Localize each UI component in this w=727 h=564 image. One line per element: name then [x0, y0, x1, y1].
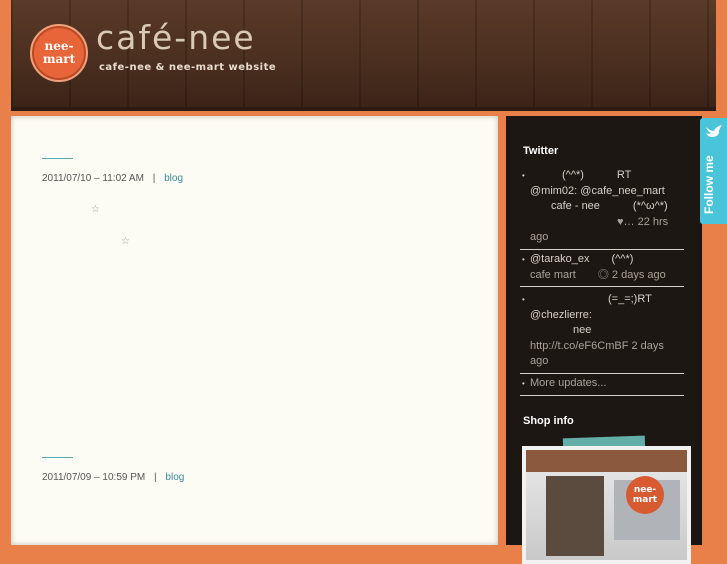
- star-glyph: ☆: [121, 236, 130, 247]
- post-meta: 2011/07/09 – 10:59 PM | blog: [42, 472, 184, 483]
- tweet-item[interactable]: • @tarako_ex (^^*) cafe mart ◎ 2 days ag…: [520, 252, 684, 287]
- shop-photo[interactable]: nee-mart: [522, 446, 691, 564]
- meta-separator: |: [154, 472, 157, 483]
- bullet-icon: •: [522, 379, 525, 388]
- tweet-item[interactable]: • (^^*) RT @mim02: @cafe_nee_mart cafe -…: [520, 168, 684, 250]
- post-date: 2011/07/10 – 11:02 AM: [42, 173, 144, 184]
- star-glyph: ☆: [91, 204, 100, 215]
- site-header: nee-mart café-nee cafe-nee & nee-mart we…: [11, 0, 716, 111]
- tweet-link: http://t.co/eF6CmBF 2 days: [530, 339, 664, 352]
- sign-text: mart: [632, 495, 658, 505]
- post-meta: 2011/07/10 – 11:02 AM | blog: [42, 173, 183, 184]
- tweet-line: (^^*) RT: [562, 169, 632, 181]
- tweet-line: @mim02: @cafe_nee_mart: [530, 184, 665, 197]
- tweet-line: cafe mart ◎ 2 days ago: [530, 268, 666, 281]
- follow-me-label: Follow me: [702, 155, 716, 214]
- tweet-timestamp: ago: [530, 231, 549, 243]
- post-divider: [42, 457, 73, 458]
- meta-separator: |: [152, 173, 156, 184]
- bullet-icon: •: [522, 295, 525, 304]
- more-updates-text: More updates...: [530, 377, 607, 389]
- tweet-line: @tarako_ex (^^*): [530, 253, 634, 265]
- tweet-line: (=_=;)RT: [608, 293, 652, 305]
- tweet-line: nee: [573, 324, 592, 336]
- tweet-line: @chezlierre:: [530, 308, 592, 321]
- logo[interactable]: nee-mart: [30, 24, 88, 82]
- awning: [526, 450, 687, 472]
- shop-sign: nee-mart: [626, 476, 664, 514]
- bullet-icon: •: [522, 255, 525, 264]
- shop-info-heading: Shop info: [523, 415, 574, 427]
- post-divider: [42, 158, 73, 159]
- site-subtitle: cafe-nee & nee-mart website: [99, 62, 277, 73]
- tweet-line: ♥… 22 hrs: [617, 215, 669, 228]
- door: [546, 476, 604, 556]
- more-updates-link[interactable]: • More updates...: [520, 376, 684, 396]
- site-title[interactable]: café-nee: [96, 18, 256, 57]
- follow-me-tab[interactable]: Follow me: [700, 118, 727, 224]
- logo-text-bottom: mart: [42, 52, 76, 66]
- main-content: 2011/07/10 – 11:02 AM | blog ☆ ☆ 2011/07…: [11, 116, 498, 545]
- logo-text-top: nee-: [44, 39, 74, 53]
- sign-text: nee-: [633, 485, 657, 495]
- post-category-link[interactable]: blog: [165, 472, 184, 483]
- tweet-line: cafe - nee (*^ω^*): [551, 200, 668, 212]
- post-date: 2011/07/09 – 10:59 PM: [42, 472, 146, 483]
- post-category-link[interactable]: blog: [164, 173, 183, 184]
- tweet-timestamp: ago: [530, 355, 549, 367]
- twitter-heading: Twitter: [523, 145, 559, 157]
- tweet-item[interactable]: • (=_=;)RT @chezlierre: nee http://t.co/…: [520, 292, 684, 374]
- sidebar: Twitter • (^^*) RT @mim02: @cafe_nee_mar…: [506, 116, 702, 564]
- bird-icon: [706, 125, 722, 137]
- bullet-icon: •: [522, 171, 525, 180]
